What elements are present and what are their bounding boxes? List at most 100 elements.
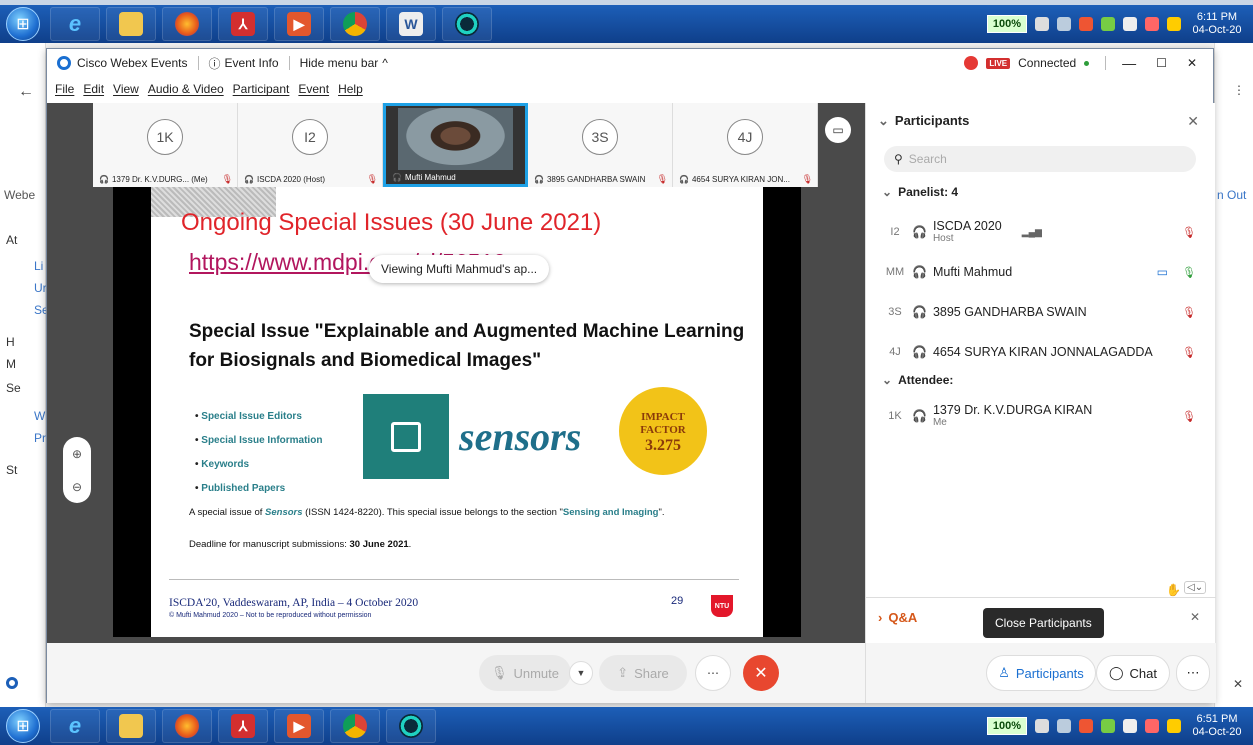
security-icon[interactable] [1101, 17, 1115, 31]
mic-muted-icon: 🎙 [656, 174, 668, 184]
chevron-down-icon: ⌄ [882, 185, 893, 199]
participant-thumbnail[interactable]: 1K 🎧 1379 Dr. K.V.DURG... (Me) 🎙 [93, 103, 238, 187]
menu-event[interactable]: Event [298, 82, 329, 96]
start-button[interactable]: ⊞ [6, 709, 40, 743]
volume-icon[interactable] [1057, 719, 1071, 733]
taskbar-app-ie[interactable]: e [50, 709, 100, 743]
security-icon[interactable] [1101, 719, 1115, 733]
thumbnail-name: ISCDA 2020 (Host) [256, 175, 325, 184]
close-window-button[interactable]: ✕ [1187, 56, 1197, 70]
bg-item: At [6, 233, 18, 247]
minimize-button[interactable]: — [1122, 55, 1136, 71]
connection-status[interactable]: Connected [1018, 56, 1076, 70]
taskbar-app-powerpoint[interactable]: ▶ [274, 709, 324, 743]
participant-row[interactable]: 4J 🎧 4654 SURYA KIRAN JONNALAGADDA 🎙 [884, 337, 1204, 367]
start-button[interactable]: ⊞ [6, 7, 40, 41]
menu-file[interactable]: File [55, 82, 74, 96]
deadline-date: 30 June 2021 [349, 539, 409, 550]
taskbar-app-explorer[interactable] [106, 7, 156, 41]
menu-view[interactable]: View [113, 82, 139, 96]
close-icon[interactable]: ✕ [1187, 113, 1199, 130]
participant-thumbnail[interactable]: I2 🎧 ISCDA 2020 (Host) 🎙 [238, 103, 383, 187]
audio-options-button[interactable]: ▼ [569, 661, 593, 685]
chevron-down-icon: ⌄ [878, 113, 889, 128]
signal-icon[interactable] [1145, 719, 1159, 733]
bg-item: M [6, 357, 16, 371]
network-icon[interactable] [1035, 719, 1049, 733]
reactions-dropdown[interactable]: ◁⌄ [1184, 581, 1207, 594]
share-button[interactable]: ⇪ Share [599, 655, 687, 691]
close-icon[interactable]: ✕ [1233, 677, 1243, 691]
panelist-section-header[interactable]: ⌄ Panelist: 4 [882, 185, 958, 199]
participant-row[interactable]: 1K 🎧 1379 Dr. K.V.DURGA KIRAN Me 🎙 [884, 399, 1204, 433]
headset-icon: 🎧 [679, 175, 689, 184]
attendee-section-header[interactable]: ⌄ Attendee: [882, 373, 953, 387]
clock[interactable]: 6:51 PM 04-Oct-20 [1189, 713, 1245, 739]
deadline-text: Deadline for manuscript submissions: [189, 539, 350, 550]
back-arrow-icon[interactable]: ← [18, 83, 34, 101]
signal-bars-icon: ▂▄▆ [1021, 226, 1042, 237]
menu-audio-video[interactable]: Audio & Video [148, 82, 224, 96]
unmute-button[interactable]: 🎙 Unmute [479, 655, 571, 691]
more-panels-button[interactable]: ⋯ [1176, 655, 1210, 691]
participant-thumbnail[interactable]: 4J 🎧 4654 SURYA KIRAN JON... 🎙 [673, 103, 818, 187]
taskbar-app-firefox[interactable] [162, 709, 212, 743]
taskbar-app-webex[interactable] [442, 7, 492, 41]
sign-out-link[interactable]: n Out [1217, 188, 1246, 202]
close-icon[interactable]: ✕ [1190, 610, 1200, 624]
zoom-out-icon[interactable]: ⊖ [72, 480, 82, 494]
active-speaker-thumbnail[interactable]: 🎧 Mufti Mahmud [383, 103, 528, 187]
panel-header[interactable]: ⌄ Participants [878, 113, 969, 129]
battery-indicator[interactable]: 100% [986, 15, 1027, 33]
taskbar-app-chrome[interactable] [330, 7, 380, 41]
info-icon: ⓘ [208, 56, 221, 71]
taskbar-app-chrome[interactable] [330, 709, 380, 743]
volume-icon[interactable] [1057, 17, 1071, 31]
unmute-label: Unmute [513, 665, 560, 681]
taskbar-app-powerpoint[interactable]: ▶ [274, 7, 324, 41]
leave-button[interactable]: ✕ [743, 655, 779, 691]
deadline-text: . [408, 539, 412, 550]
taskbar-app-ie[interactable]: e [50, 7, 100, 41]
flag-icon[interactable] [1167, 17, 1181, 31]
search-input[interactable]: ⚲ Search [884, 146, 1196, 172]
participant-name: 4654 SURYA KIRAN JONNALAGADDA [932, 344, 1153, 359]
network-icon[interactable] [1035, 17, 1049, 31]
hide-menu-button[interactable]: Hide menu bar [300, 56, 379, 70]
layout-toggle-button[interactable]: ▭ [825, 117, 851, 143]
chat-button[interactable]: ◯ Chat [1096, 655, 1170, 691]
menu-participant[interactable]: Participant [233, 82, 290, 96]
usb-icon[interactable] [1123, 719, 1137, 733]
participant-thumbnail[interactable]: 3S 🎧 3895 GANDHARBA SWAIN 🎙 [528, 103, 673, 187]
mic-muted-icon: 🎙 [1182, 226, 1196, 239]
signal-icon[interactable] [1145, 17, 1159, 31]
recording-icon[interactable] [964, 56, 979, 70]
taskbar-app-explorer[interactable] [106, 709, 156, 743]
participant-row[interactable]: 3S 🎧 3895 GANDHARBA SWAIN 🎙 [884, 297, 1204, 327]
raise-hand-icon[interactable]: ✋ [1166, 583, 1181, 597]
taskbar-app-acrobat[interactable]: ⅄ [218, 709, 268, 743]
flag-icon[interactable] [1167, 719, 1181, 733]
clock[interactable]: 6:11 PM 04-Oct-20 [1189, 11, 1245, 37]
participant-row[interactable]: MM 🎧 Mufti Mahmud ▭ 🎙 [884, 257, 1204, 287]
participant-row[interactable]: I2 🎧 ISCDA 2020 Host ▂▄▆ 🎙 [884, 215, 1204, 249]
event-info-button[interactable]: Event Info [225, 56, 279, 70]
usb-icon[interactable] [1123, 17, 1137, 31]
taskbar-app-word[interactable]: W [386, 7, 436, 41]
more-icon[interactable]: ⋮ [1233, 83, 1245, 97]
bg-item: W [34, 409, 46, 423]
taskbar-app-webex[interactable] [386, 709, 436, 743]
zoom-in-icon[interactable]: ⊕ [72, 447, 82, 461]
app-tray-icon[interactable] [1079, 17, 1093, 31]
taskbar-app-firefox[interactable] [162, 7, 212, 41]
battery-indicator[interactable]: 100% [986, 717, 1027, 735]
taskbar-app-acrobat[interactable]: ⅄ [218, 7, 268, 41]
more-options-button[interactable]: ⋯ [695, 655, 731, 691]
maximize-button[interactable]: ☐ [1156, 56, 1167, 70]
slide-copyright: © Mufti Mahmud 2020 – Not to be reproduc… [169, 612, 372, 619]
app-tray-icon[interactable] [1079, 719, 1093, 733]
menu-help[interactable]: Help [338, 82, 363, 96]
bg-item: Se [6, 381, 21, 395]
menu-edit[interactable]: Edit [83, 82, 104, 96]
participants-button[interactable]: ♙ Participants [986, 655, 1096, 691]
